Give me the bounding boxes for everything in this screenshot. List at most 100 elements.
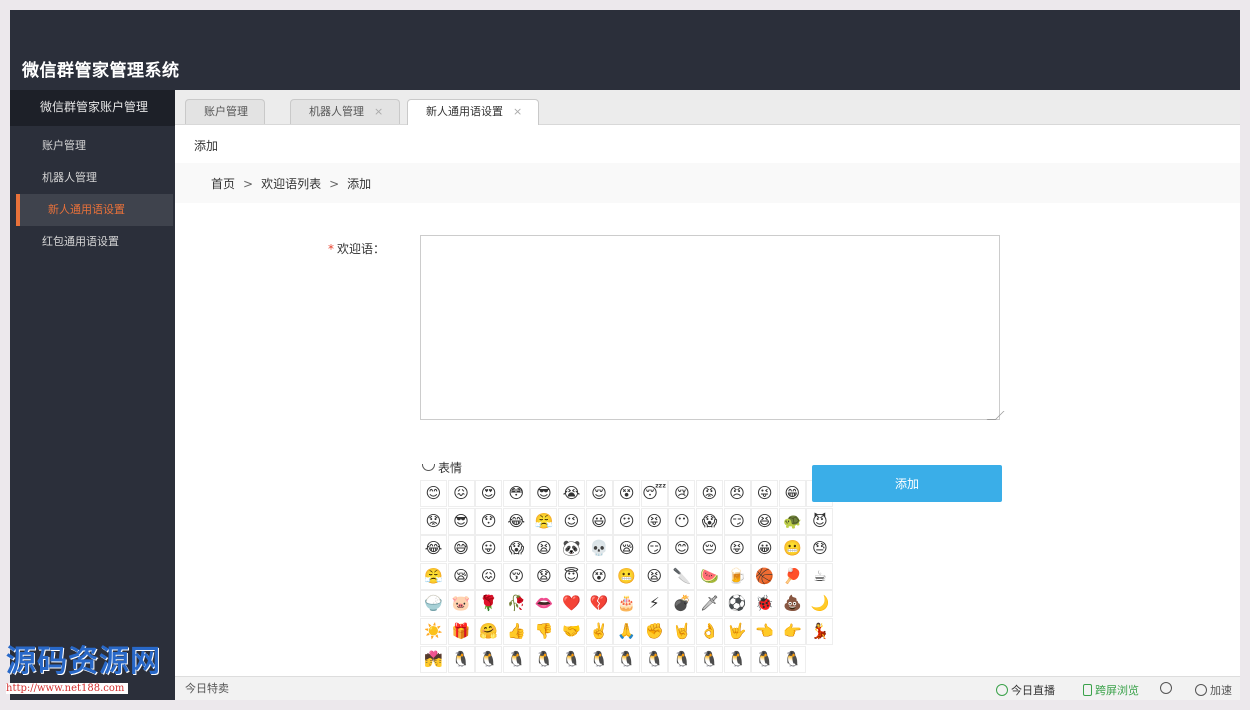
emoji-item[interactable]: 🎁 (447, 618, 475, 645)
emoji-item[interactable]: 😤 (530, 507, 558, 535)
emoji-item[interactable]: 😀 (751, 535, 779, 563)
emoji-item[interactable]: 😱 (502, 535, 530, 563)
footer-refresh[interactable] (1160, 682, 1175, 695)
emoji-item[interactable]: 😇 (558, 562, 585, 590)
emoji-item[interactable]: 🌹 (475, 590, 503, 618)
emoji-item[interactable]: 👈 (751, 618, 779, 645)
emoji-item[interactable]: 😠 (723, 480, 751, 507)
emoji-item[interactable]: 🐧 (668, 645, 696, 673)
emoji-item[interactable]: ☕ (806, 562, 834, 590)
emoji-item[interactable]: 😶 (668, 507, 696, 535)
sidebar-item-robot[interactable]: 机器人管理 (10, 162, 175, 194)
emoji-item[interactable]: 😵 (613, 480, 641, 507)
emoji-item[interactable]: 😆 (751, 507, 779, 535)
close-icon[interactable]: × (513, 105, 522, 118)
emoji-item[interactable]: 💀 (585, 535, 613, 563)
emoji-item[interactable]: 😚 (502, 562, 530, 590)
emoji-item[interactable]: 🥀 (502, 590, 530, 618)
emoji-item[interactable]: 🐧 (558, 645, 585, 673)
close-icon[interactable]: × (374, 105, 383, 118)
emoji-item[interactable]: 😪 (447, 562, 475, 590)
emoji-item[interactable]: 🐧 (640, 645, 668, 673)
emoji-item[interactable]: ✊ (640, 618, 668, 645)
emoji-item[interactable]: 🎂 (613, 590, 641, 618)
emoji-item[interactable]: ❤️ (558, 590, 585, 618)
emoji-item[interactable]: 🐢 (778, 507, 806, 535)
emoji-item[interactable]: 🐧 (447, 645, 475, 673)
add-button[interactable]: 添加 (812, 465, 1002, 502)
emoji-item[interactable]: 😟 (420, 507, 447, 535)
emoji-item[interactable]: 💔 (585, 590, 613, 618)
emoji-item[interactable]: 😤 (420, 562, 447, 590)
tab-account[interactable]: 账户管理 (185, 99, 265, 124)
emoji-item[interactable]: 😖 (475, 562, 503, 590)
emoji-item[interactable]: 😫 (640, 562, 668, 590)
emoji-item[interactable]: 🐧 (475, 645, 503, 673)
emoji-item[interactable]: 👎 (530, 618, 558, 645)
emoji-item[interactable]: 🤝 (558, 618, 585, 645)
emoji-item[interactable]: 🔪 (668, 562, 696, 590)
emoji-item[interactable]: 🐧 (778, 645, 806, 673)
emoji-item[interactable]: 😊 (420, 480, 447, 507)
emoji-item[interactable]: 🏀 (751, 562, 779, 590)
emoji-item[interactable]: 😈 (806, 507, 834, 535)
breadcrumb-home[interactable]: 首页 (211, 177, 235, 191)
emoji-item[interactable]: 🌙 (806, 590, 834, 618)
emoji-item[interactable]: 🐧 (723, 645, 751, 673)
emoji-item[interactable]: 😯 (475, 507, 503, 535)
emoji-item[interactable]: 🐧 (502, 645, 530, 673)
emoji-item[interactable]: ✌️ (585, 618, 613, 645)
emoji-item[interactable]: 😱 (696, 507, 723, 535)
emoji-item[interactable]: 🏓 (778, 562, 806, 590)
emoji-item[interactable]: 😪 (613, 535, 641, 563)
welcome-textarea[interactable] (420, 235, 1000, 420)
footer-daily-sale[interactable]: 今日特卖 (185, 680, 229, 696)
emoji-item[interactable]: 😬 (778, 535, 806, 563)
emoji-item[interactable]: 💏 (420, 645, 447, 673)
emoji-item[interactable]: 💣 (668, 590, 696, 618)
emoji-item[interactable]: 😝 (723, 535, 751, 563)
emoji-item[interactable]: 😫 (530, 535, 558, 563)
emoji-item[interactable]: 😖 (447, 480, 475, 507)
emoji-item[interactable]: 🙏 (613, 618, 641, 645)
emoji-item[interactable]: 😊 (668, 535, 696, 563)
emoji-item[interactable]: ☀️ (420, 618, 447, 645)
emoji-item[interactable]: 😓 (806, 535, 834, 563)
emoji-item[interactable]: 👍 (502, 618, 530, 645)
emoji-item[interactable]: 🤘 (668, 618, 696, 645)
emoji-item[interactable]: 🐼 (558, 535, 585, 563)
emoji-item[interactable]: 😉 (558, 507, 585, 535)
emoji-item[interactable]: 😬 (613, 562, 641, 590)
emoji-item[interactable]: 😌 (585, 480, 613, 507)
emoji-item[interactable]: 🍚 (420, 590, 447, 618)
emoji-item[interactable]: 😏 (723, 507, 751, 535)
footer-speed[interactable]: 加速 (1195, 682, 1232, 698)
emoji-item[interactable]: 🤟 (723, 618, 751, 645)
emoji-item[interactable]: 🤗 (475, 618, 503, 645)
emoji-item[interactable]: 👄 (530, 590, 558, 618)
emoji-item[interactable]: 🐧 (585, 645, 613, 673)
emoji-item[interactable]: 😳 (502, 480, 530, 507)
tab-newcomer-greeting[interactable]: 新人通用语设置 × (407, 99, 540, 125)
emoji-item[interactable]: 😏 (640, 535, 668, 563)
emoji-item[interactable]: 😡 (696, 480, 723, 507)
emoji-item[interactable]: 😕 (613, 507, 641, 535)
footer-live[interactable]: 今日直播 (996, 682, 1055, 698)
emoji-item[interactable]: 😭 (558, 480, 585, 507)
emoji-item[interactable]: 😔 (696, 535, 723, 563)
emoji-item[interactable]: 🍺 (723, 562, 751, 590)
emoji-item[interactable]: 🐧 (696, 645, 723, 673)
footer-screen[interactable]: 跨屏浏览 (1083, 682, 1139, 698)
emoji-item[interactable]: 😂 (502, 507, 530, 535)
emoji-item[interactable]: 😃 (585, 507, 613, 535)
emoji-item[interactable]: ⚡ (640, 590, 668, 618)
emoji-item[interactable]: 👉 (778, 618, 806, 645)
emoji-item[interactable]: 😎 (447, 507, 475, 535)
sidebar-item-redpacket-greeting[interactable]: 红包通用语设置 (10, 226, 175, 258)
sidebar-header[interactable]: 微信群管家账户管理 (10, 90, 175, 126)
emoji-item[interactable]: 💃 (806, 618, 834, 645)
emoji-item[interactable]: 😝 (640, 507, 668, 535)
emoji-item[interactable]: 🐷 (447, 590, 475, 618)
emoji-item[interactable]: 🍉 (696, 562, 723, 590)
emoji-item[interactable]: 🐧 (530, 645, 558, 673)
